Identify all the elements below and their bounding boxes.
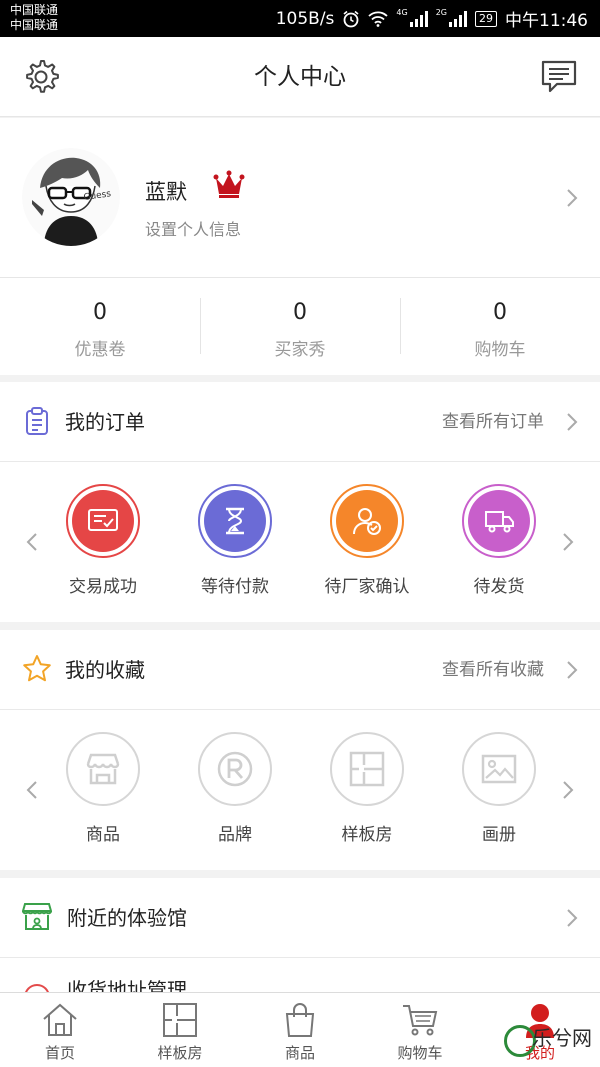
stat-value: 0: [93, 300, 107, 325]
stat-label: 购物车: [474, 340, 526, 360]
stat-label: 优惠卷: [74, 340, 126, 360]
tab-products[interactable]: 商品: [240, 993, 360, 1067]
carrier-name-1: 中国联通: [10, 3, 59, 17]
stat-value: 0: [293, 300, 307, 325]
stat-coupons[interactable]: 0 优惠卷: [0, 278, 200, 375]
chevron-right-icon[interactable]: [562, 780, 574, 800]
order-status-label: 等待付款: [201, 577, 269, 597]
order-status-label: 待发货: [473, 577, 525, 597]
stat-label: 买家秀: [274, 340, 326, 360]
network-speed: 105B/s: [275, 8, 335, 29]
delivery-truck-icon: [485, 511, 514, 533]
chevron-right-icon: [567, 413, 578, 431]
signal-icon-2: [449, 10, 467, 27]
hourglass-icon: [226, 507, 244, 535]
nearby-showrooms-row[interactable]: 附近的体验馆: [0, 878, 600, 958]
favorite-label: 商品: [86, 825, 120, 845]
address-management-row[interactable]: 收货地址管理: [0, 958, 600, 992]
floorplan-icon: [349, 751, 385, 787]
carrier-name-2: 中国联通: [10, 18, 59, 32]
clipboard-icon: [26, 407, 48, 435]
order-status-awaiting-payment[interactable]: 等待付款: [165, 462, 305, 597]
profile-subtitle: 设置个人信息: [145, 220, 242, 239]
address-management-title: 收货地址管理: [67, 978, 187, 992]
favorites-title: 我的收藏: [65, 658, 145, 682]
alarm-icon: [343, 10, 359, 27]
profile-card[interactable]: Guess 蓝默 设置个人信息: [0, 118, 600, 278]
cart-icon: [403, 1005, 438, 1036]
orders-row: 交易成功 等待付款 待厂家确认 待发货: [0, 462, 600, 622]
tab-label: 首页: [44, 1044, 75, 1062]
avatar[interactable]: Guess: [22, 148, 120, 246]
favorites-row: 商品 品牌 样板房 画册: [0, 710, 600, 870]
receipt-check-icon: [88, 509, 118, 531]
chevron-right-icon: [567, 661, 578, 679]
tab-cart[interactable]: 购物车: [360, 993, 480, 1067]
chevron-right-icon[interactable]: [562, 532, 574, 552]
signal-icon: [409, 10, 428, 27]
clock: 中午11:46: [505, 11, 588, 31]
view-all-favorites-link[interactable]: 查看所有收藏: [442, 630, 544, 710]
order-status-to-ship[interactable]: 待发货: [429, 462, 569, 597]
orders-header[interactable]: 我的订单 查看所有订单: [0, 382, 600, 462]
favorite-brands[interactable]: 品牌: [165, 710, 305, 845]
crown-icon: [213, 170, 245, 198]
watermark-text: 乐兮网: [532, 1026, 592, 1050]
chevron-right-icon: [567, 189, 578, 207]
star-icon: [23, 655, 51, 682]
order-status-label: 交易成功: [69, 577, 137, 597]
user-check-icon: [353, 508, 381, 535]
location-icon: [24, 984, 50, 992]
favorite-catalogs[interactable]: 画册: [429, 710, 569, 845]
tab-home[interactable]: 首页: [0, 993, 120, 1067]
wifi-icon: [368, 11, 389, 27]
nearby-title: 附近的体验馆: [67, 906, 187, 930]
registered-icon: [217, 751, 253, 787]
order-status-completed[interactable]: 交易成功: [33, 462, 173, 597]
stat-buyer-shows[interactable]: 0 买家秀: [200, 278, 400, 375]
app-header: 个人中心: [0, 37, 600, 117]
favorites-header[interactable]: 我的收藏 查看所有收藏: [0, 630, 600, 710]
favorite-label: 画册: [482, 825, 516, 845]
favorite-products[interactable]: 商品: [33, 710, 173, 845]
battery-indicator: 29: [475, 10, 497, 27]
favorite-label: 样板房: [341, 825, 393, 845]
home-icon: [43, 1003, 77, 1036]
floorplan-icon: [163, 1003, 197, 1037]
order-status-label: 待厂家确认: [324, 577, 410, 597]
stat-value: 0: [493, 300, 507, 325]
tab-label: 购物车: [397, 1044, 443, 1062]
status-bar: 中国联通 中国联通 105B/s 4G 2G 29 中午11:46: [0, 0, 600, 37]
user-name: 蓝默: [145, 180, 187, 204]
page-title: 个人中心: [254, 64, 346, 90]
orders-title: 我的订单: [65, 410, 145, 434]
view-all-orders-link[interactable]: 查看所有订单: [442, 382, 544, 462]
picture-icon: [481, 754, 517, 784]
message-icon[interactable]: [540, 59, 578, 95]
favorite-label: 品牌: [218, 825, 252, 845]
tab-showrooms[interactable]: 样板房: [120, 993, 240, 1067]
tab-label: 商品: [284, 1044, 315, 1062]
favorite-showrooms[interactable]: 样板房: [297, 710, 437, 845]
shopping-bag-icon: [285, 1003, 315, 1037]
chevron-right-icon: [567, 909, 578, 927]
stat-cart[interactable]: 0 购物车: [400, 278, 600, 375]
carrier-info: 中国联通 中国联通: [10, 3, 58, 33]
tab-label: 样板房: [157, 1044, 203, 1062]
network-type-2: 2G: [435, 8, 447, 17]
store-icon: [86, 753, 120, 785]
stats-bar: 0 优惠卷 0 买家秀 0 购物车: [0, 278, 600, 375]
order-status-pending-confirmation[interactable]: 待厂家确认: [297, 462, 437, 597]
network-type-1: 4G: [396, 8, 408, 17]
storefront-icon: [22, 903, 52, 930]
